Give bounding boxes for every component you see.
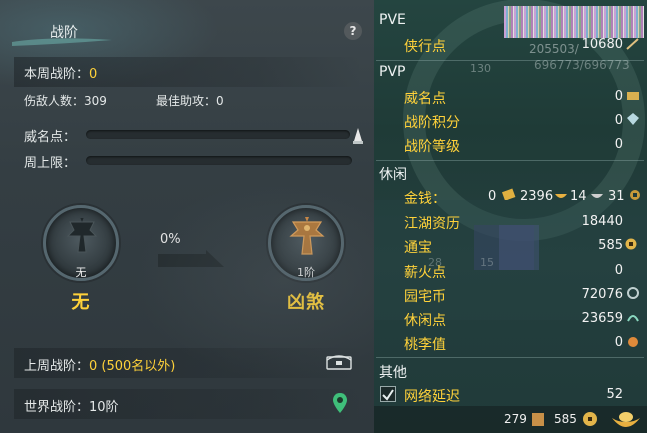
- taoli-label: 桃李值: [404, 337, 446, 353]
- latency-checkbox[interactable]: [380, 386, 396, 402]
- rank-level-value: 0: [614, 137, 623, 152]
- tongbao-value: 585: [598, 238, 623, 253]
- garden-coin-icon: [627, 287, 639, 299]
- rank-score-label: 战阶积分: [404, 115, 460, 131]
- section-pve: PVE: [379, 12, 406, 28]
- help-icon[interactable]: ?: [344, 22, 362, 40]
- last-week-value: 0 (500名以外): [89, 359, 176, 374]
- jianghu-exp-value: 18440: [581, 214, 623, 229]
- next-rank-badge: 1阶: [297, 266, 315, 279]
- silver-yuanbao-icon: [591, 194, 603, 198]
- coin-icon: [583, 412, 597, 426]
- prestige-marker-icon: [353, 128, 363, 144]
- divider: [376, 357, 644, 358]
- gold-yuanbao-icon: [555, 194, 567, 198]
- last-week-rank-row: 上周战阶：0 (500名以外): [24, 355, 175, 374]
- xiaxing-points-value: 10680: [581, 37, 623, 52]
- bottom-value-1: 279: [504, 412, 527, 426]
- prestige-label: 威名点：: [24, 130, 77, 145]
- peach-icon: [628, 337, 638, 347]
- currency-list: PVE 侠行点 10680 PVP 威名点 0 战阶积分 0 战阶等级 0 休闲…: [374, 0, 647, 433]
- rank-emblem-icon: [66, 218, 98, 253]
- sword-icon: [626, 38, 639, 50]
- divider: [376, 160, 644, 161]
- xiaxing-points-label: 侠行点: [404, 39, 446, 55]
- weekly-rank-value: 0: [89, 67, 98, 82]
- leisure-points-label: 休闲点: [404, 313, 446, 329]
- rank-emblem-bronze-icon: [289, 217, 325, 255]
- money-value-4: 31: [608, 189, 625, 204]
- money-value-1: 0: [488, 189, 497, 204]
- network-latency-value: 52: [606, 387, 623, 402]
- network-latency-label: 网络延迟: [404, 389, 460, 405]
- jianghu-exp-label: 江湖资历: [404, 216, 460, 232]
- rank-score-value: 0: [614, 113, 623, 128]
- battle-rank-panel: 战阶 ? 本周战阶：0 伤敌人数：309 最佳助攻：0 威名点： 周上限： 无 …: [0, 0, 374, 433]
- money-value-2: 2396: [520, 189, 554, 204]
- progress-arrow-icon: [158, 250, 224, 267]
- section-leisure: 休闲: [379, 167, 407, 183]
- currency-panel: 205503/ 696773/696773 130 28 15 PVE 侠行点 …: [374, 0, 647, 433]
- rank-progress-percent: 0%: [160, 232, 181, 247]
- copper-coin-icon: [630, 190, 640, 200]
- best-assist-count: 最佳助攻：0: [156, 94, 224, 108]
- xinhuo-value: 0: [614, 263, 623, 278]
- battle-rank-screen: 战阶 ? 本周战阶：0 伤敌人数：309 最佳助攻：0 威名点： 周上限： 无 …: [0, 0, 647, 433]
- xinhuo-label: 薪火点: [404, 265, 446, 281]
- kills-count: 伤敌人数：309: [24, 94, 107, 108]
- bottom-value-2: 585: [554, 412, 577, 426]
- rank-level-label: 战阶等级: [404, 139, 460, 155]
- weekly-cap-bar: [86, 156, 352, 165]
- prestige-points-label: 威名点: [404, 91, 446, 107]
- money-label: 金钱：: [404, 191, 446, 207]
- section-pvp: PVP: [379, 64, 406, 80]
- prestige-points-value: 0: [614, 89, 623, 104]
- last-week-label: 上周战阶：: [24, 359, 90, 374]
- current-rank-name: 无: [71, 292, 91, 313]
- section-other: 其他: [379, 365, 407, 381]
- gold-ingot-shop-icon[interactable]: [610, 408, 642, 432]
- leisure-icon: [627, 315, 639, 322]
- tongbao-label: 通宝: [404, 240, 432, 256]
- prestige-bar: [86, 130, 350, 139]
- crystal-icon: [627, 113, 639, 125]
- weekly-rank-row: 本周战阶：0: [24, 63, 97, 82]
- location-pin-icon[interactable]: [332, 392, 348, 414]
- next-rank-medal: [268, 205, 344, 281]
- title-swoosh-decoration: [12, 38, 112, 46]
- current-rank-badge: 无: [75, 266, 87, 279]
- chest-icon[interactable]: [326, 352, 352, 370]
- divider: [376, 60, 644, 61]
- checkmark-icon: [382, 389, 394, 401]
- prestige-icon: [627, 92, 639, 100]
- world-rank: 世界战阶：10阶: [24, 400, 119, 415]
- bag-icon[interactable]: [530, 410, 546, 428]
- money-value-3: 14: [570, 189, 587, 204]
- leisure-points-value: 23659: [581, 311, 623, 326]
- weekly-rank-label: 本周战阶：: [24, 67, 90, 82]
- garden-coin-label: 园宅币: [404, 289, 446, 305]
- bottom-currency-bar: 279 585: [374, 406, 647, 433]
- next-rank-name: 凶煞: [287, 292, 325, 313]
- tongbao-coin-icon: [625, 238, 637, 250]
- taoli-value: 0: [614, 335, 623, 350]
- weekly-cap-label: 周上限：: [24, 156, 77, 171]
- gold-ingot-icon: [502, 188, 516, 200]
- garden-coin-value: 72076: [581, 287, 623, 302]
